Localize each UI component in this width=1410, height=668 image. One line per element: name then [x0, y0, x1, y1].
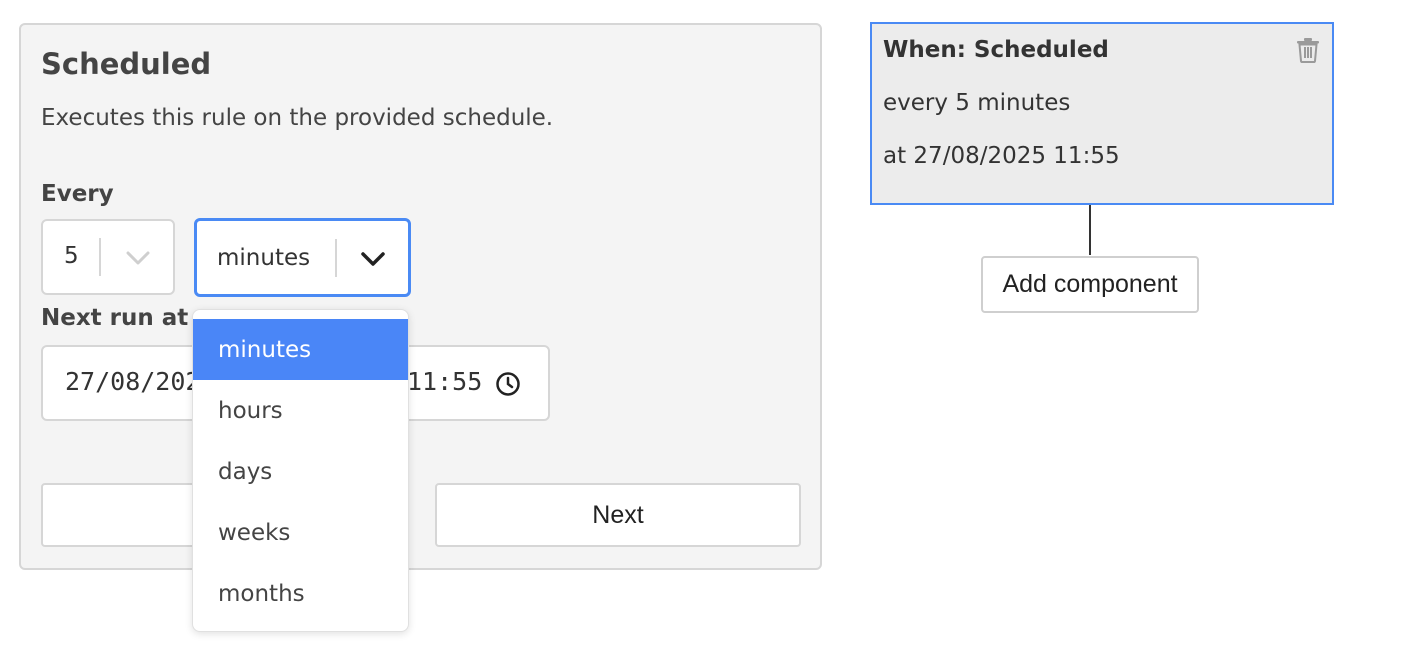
unit-select[interactable]: minutes — [194, 218, 411, 297]
unit-option-weeks[interactable]: weeks — [193, 502, 408, 563]
select-separator — [99, 238, 101, 276]
panel-title: Scheduled — [41, 47, 212, 81]
unit-option-months[interactable]: months — [193, 563, 408, 624]
every-label: Every — [41, 181, 114, 207]
unit-option-days[interactable]: days — [193, 441, 408, 502]
interval-value: 5 — [64, 243, 79, 269]
clock-icon[interactable] — [495, 371, 521, 401]
unit-value: minutes — [217, 245, 311, 271]
summary-next-run: at 27/08/2025 11:55 — [883, 143, 1120, 169]
chevron-down-icon — [360, 250, 386, 272]
unit-dropdown-menu: minutes hours days weeks months — [192, 309, 409, 632]
summary-card-title: When: Scheduled — [883, 37, 1109, 63]
time-value[interactable]: 11:55 — [407, 367, 482, 396]
unit-option-minutes[interactable]: minutes — [193, 319, 408, 380]
chevron-down-icon — [125, 249, 151, 271]
next-run-label: Next run at — [41, 305, 189, 331]
trigger-config-panel: Scheduled Executes this rule on the prov… — [19, 23, 822, 570]
summary-card[interactable]: When: Scheduled every 5 minutes at 27/08… — [870, 22, 1334, 205]
connector-line — [1089, 205, 1091, 255]
panel-description: Executes this rule on the provided sched… — [41, 105, 554, 131]
add-component-button[interactable]: Add component — [981, 256, 1199, 313]
summary-interval: every 5 minutes — [883, 90, 1071, 116]
select-separator — [335, 239, 337, 277]
next-button[interactable]: Next — [435, 483, 801, 547]
trash-icon[interactable] — [1296, 37, 1320, 67]
unit-option-hours[interactable]: hours — [193, 380, 408, 441]
interval-select[interactable]: 5 — [41, 219, 175, 295]
